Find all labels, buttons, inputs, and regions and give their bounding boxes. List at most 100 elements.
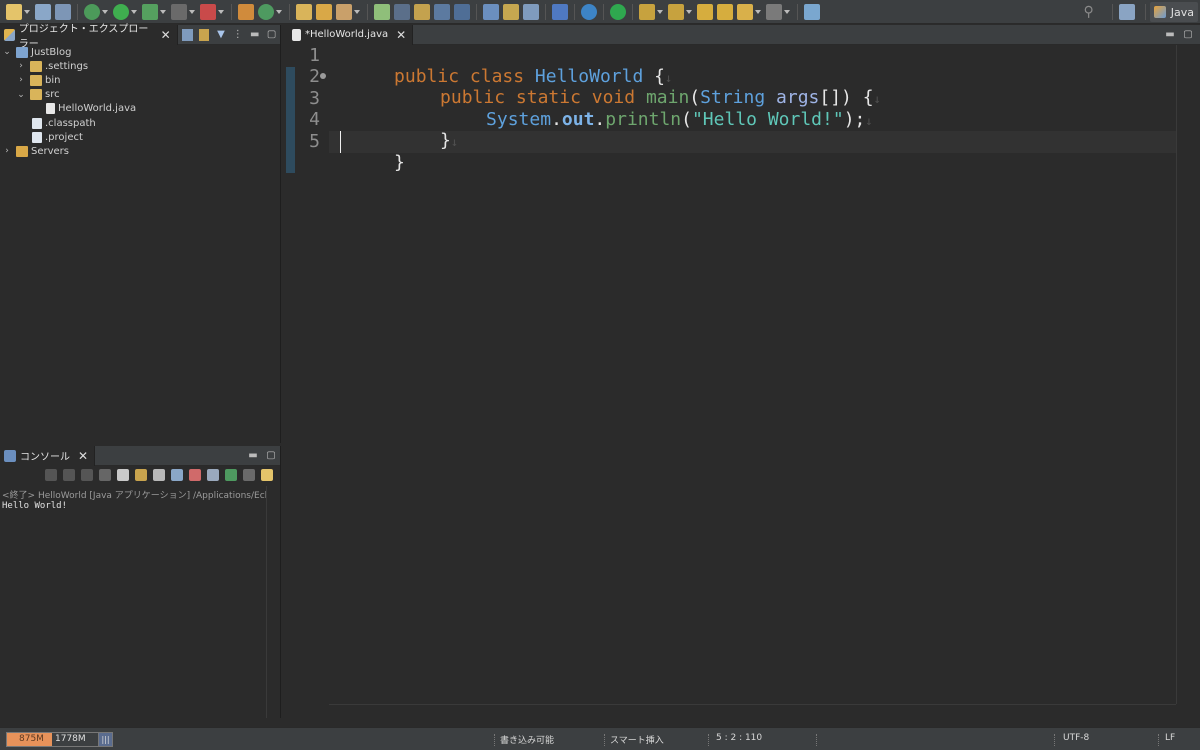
- open-folder-icon[interactable]: [316, 3, 332, 20]
- comment-icon[interactable]: [552, 3, 568, 20]
- new-icon[interactable]: [6, 3, 22, 20]
- new-class-icon[interactable]: [258, 3, 274, 20]
- run-ext-dropdown-caret[interactable]: [160, 9, 166, 14]
- history-icon[interactable]: [523, 3, 539, 20]
- open-type-icon[interactable]: [296, 3, 312, 20]
- run-icon[interactable]: [113, 3, 129, 20]
- chevron-right-icon[interactable]: ›: [16, 75, 26, 85]
- search-icon[interactable]: ⚲: [1083, 4, 1093, 20]
- pin-console-icon[interactable]: [207, 469, 219, 481]
- forward-arrow-icon[interactable]: [766, 3, 782, 20]
- tree-item-settings[interactable]: › .settings: [0, 59, 280, 73]
- minimize-icon[interactable]: ▬: [249, 29, 260, 41]
- clear-console-icon[interactable]: [117, 469, 129, 481]
- console-scrollbar[interactable]: [266, 486, 280, 718]
- open-perspective-icon[interactable]: [1118, 4, 1135, 20]
- new-console-icon[interactable]: [261, 469, 273, 481]
- display-console-icon[interactable]: [243, 469, 255, 481]
- search-ref-icon[interactable]: [374, 3, 390, 20]
- tree-item-servers[interactable]: › Servers: [0, 144, 280, 158]
- prev-annotation-dropdown-caret[interactable]: [686, 9, 692, 14]
- filter-icon[interactable]: ▼: [215, 29, 226, 41]
- java-perspective-button[interactable]: Java: [1149, 2, 1198, 22]
- terminate-icon[interactable]: [63, 469, 75, 481]
- tasks-icon[interactable]: [503, 3, 519, 20]
- heap-status[interactable]: 875M 1778M |||: [6, 732, 113, 747]
- new-dropdown-caret[interactable]: [24, 9, 30, 14]
- stop-icon[interactable]: [171, 3, 187, 20]
- encoding-status[interactable]: UTF-8: [1063, 733, 1089, 743]
- power-icon[interactable]: [610, 3, 626, 20]
- close-icon[interactable]: ✕: [161, 28, 171, 42]
- close-icon[interactable]: ✕: [78, 449, 88, 463]
- new-class-dropdown-caret[interactable]: [276, 9, 282, 14]
- run-dropdown-caret[interactable]: [131, 9, 137, 14]
- view-menu-icon[interactable]: ⋮: [232, 29, 243, 41]
- debug-dropdown-caret[interactable]: [102, 9, 108, 14]
- tree-item-label: JustBlog: [31, 46, 72, 58]
- tab-helloworld-java[interactable]: *HelloWorld.java ✕: [286, 24, 414, 45]
- last-edit-icon[interactable]: [697, 3, 713, 20]
- code-area[interactable]: public class HelloWorld {↓ public static…: [329, 45, 1176, 704]
- show-whitespace-icon[interactable]: [454, 3, 470, 20]
- collapse-all-icon[interactable]: [181, 28, 193, 41]
- block-select-icon[interactable]: [434, 3, 450, 20]
- back-dropdown-caret[interactable]: [755, 9, 761, 14]
- highlight-icon[interactable]: [394, 3, 410, 20]
- overview-ruler[interactable]: [1176, 45, 1200, 704]
- save-all-icon[interactable]: [55, 3, 71, 20]
- open-console-icon[interactable]: [225, 469, 237, 481]
- tree-item-helloworld-java[interactable]: HelloWorld.java: [0, 102, 280, 116]
- forward-dropdown-caret[interactable]: [784, 9, 790, 14]
- minimize-icon[interactable]: ▬: [1164, 29, 1176, 41]
- chevron-right-icon[interactable]: ›: [2, 146, 12, 156]
- java-perspective-icon: [1153, 6, 1166, 18]
- prev-annotation-icon[interactable]: [668, 3, 684, 20]
- tree-item-project-file[interactable]: .project: [0, 130, 280, 144]
- tree-item-project[interactable]: ⌄ JustBlog: [0, 45, 280, 59]
- tab-console[interactable]: コンソール ✕: [0, 445, 96, 466]
- forward-edit-icon[interactable]: [717, 3, 733, 20]
- pin-editor-icon[interactable]: [804, 3, 820, 20]
- close-icon[interactable]: ✕: [396, 28, 406, 42]
- maximize-icon[interactable]: ▢: [265, 450, 277, 462]
- override-marker-icon[interactable]: [320, 73, 326, 79]
- tree-item-classpath[interactable]: .classpath: [0, 116, 280, 130]
- garbage-collect-icon[interactable]: |||: [98, 733, 112, 746]
- chevron-right-icon[interactable]: ›: [16, 61, 26, 71]
- remove-launch-icon[interactable]: [81, 469, 93, 481]
- maximize-icon[interactable]: ▢: [1182, 29, 1194, 41]
- chevron-down-icon[interactable]: ⌄: [2, 47, 12, 57]
- tree-item-bin[interactable]: › bin: [0, 73, 280, 87]
- show-on-output-icon[interactable]: [171, 469, 183, 481]
- chevron-down-icon[interactable]: ⌄: [16, 90, 26, 100]
- refactor-icon[interactable]: [483, 3, 499, 20]
- next-annotation-icon[interactable]: [639, 3, 655, 20]
- tab-project-explorer[interactable]: プロジェクト・エクスプローラー ✕: [0, 24, 178, 50]
- server-dropdown-caret[interactable]: [218, 9, 224, 14]
- editor-horizontal-scrollbar[interactable]: [329, 704, 1176, 718]
- save-icon[interactable]: [35, 3, 51, 20]
- tree-item-label: .classpath: [45, 117, 96, 129]
- toggle-mark-icon[interactable]: [414, 3, 430, 20]
- show-on-error-icon[interactable]: [189, 469, 201, 481]
- word-wrap-icon[interactable]: [153, 469, 165, 481]
- new-package-icon[interactable]: [238, 3, 254, 20]
- scroll-lock-icon[interactable]: [135, 469, 147, 481]
- line-delimiter-status[interactable]: LF: [1165, 733, 1175, 743]
- minimize-icon[interactable]: ▬: [247, 450, 259, 462]
- settings-gear-icon[interactable]: [581, 3, 597, 20]
- relaunch-icon[interactable]: [45, 469, 57, 481]
- brush-dropdown-caret[interactable]: [354, 9, 360, 14]
- debug-icon[interactable]: [84, 3, 100, 20]
- run-ext-icon[interactable]: [142, 3, 158, 20]
- server-icon[interactable]: [200, 3, 216, 20]
- tree-item-src[interactable]: ⌄ src: [0, 88, 280, 102]
- next-annotation-dropdown-caret[interactable]: [657, 9, 663, 14]
- link-with-editor-icon[interactable]: [198, 28, 210, 41]
- brush-icon[interactable]: [336, 3, 352, 20]
- remove-all-icon[interactable]: [99, 469, 111, 481]
- stop-dropdown-caret[interactable]: [189, 9, 195, 14]
- back-arrow-icon[interactable]: [737, 3, 753, 20]
- maximize-icon[interactable]: ▢: [266, 29, 277, 41]
